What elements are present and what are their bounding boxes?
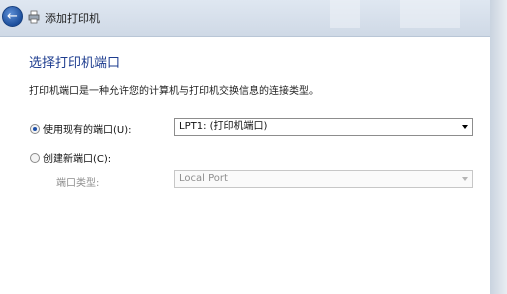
printer-icon: [28, 10, 40, 24]
page-title: 选择打印机端口: [29, 56, 121, 71]
port-type-select[interactable]: Local Port: [174, 170, 473, 188]
title-bar: ← 添加打印机: [0, 0, 490, 37]
port-type-label: 端口类型:: [56, 178, 100, 189]
existing-port-select[interactable]: LPT1: (打印机端口): [174, 118, 473, 136]
window-edge: [490, 0, 507, 294]
use-existing-port-radio[interactable]: [30, 124, 40, 134]
window-title: 添加打印机: [45, 12, 100, 25]
page-description: 打印机端口是一种允许您的计算机与打印机交换信息的连接类型。: [29, 86, 319, 97]
dropdown-arrow-icon: [462, 125, 468, 129]
create-new-port-radio[interactable]: [30, 153, 40, 163]
back-button[interactable]: ←: [2, 6, 23, 27]
use-existing-port-label[interactable]: 使用现有的端口(U):: [43, 121, 132, 136]
background-glare: [400, 0, 460, 28]
existing-port-value: LPT1: (打印机端口): [179, 121, 268, 132]
back-arrow-icon: ←: [7, 9, 18, 24]
create-new-port-label[interactable]: 创建新端口(C):: [43, 150, 111, 165]
wizard-content: 选择打印机端口 打印机端口是一种允许您的计算机与打印机交换信息的连接类型。 使用…: [0, 37, 490, 294]
dropdown-arrow-icon: [462, 177, 468, 181]
port-type-value: Local Port: [179, 173, 228, 184]
background-glare: [330, 0, 360, 28]
